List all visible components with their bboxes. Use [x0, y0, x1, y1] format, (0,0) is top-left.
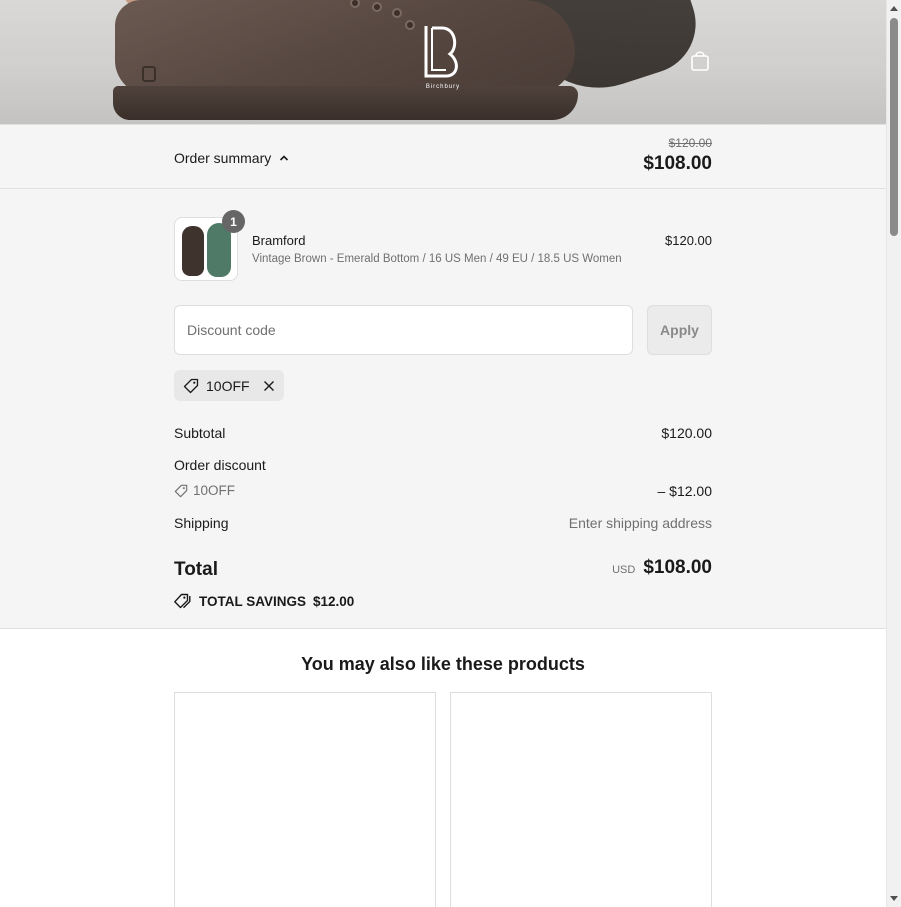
- recommended-product-card[interactable]: [450, 692, 712, 907]
- total-savings: TOTAL SAVINGS $12.00: [174, 593, 354, 609]
- discount-form: Apply: [174, 305, 712, 355]
- order-summary-panel: 1 Bramford Vintage Brown - Emerald Botto…: [0, 189, 886, 629]
- currency-code: USD: [612, 564, 636, 576]
- brand-logo[interactable]: Birchbury: [420, 22, 466, 98]
- total-label: Total: [174, 559, 218, 580]
- summary-prices: $120.00 $108.00: [643, 136, 712, 175]
- order-discount-code-row: 10OFF – $12.00: [174, 483, 713, 499]
- shipping-value: Enter shipping address: [568, 515, 712, 531]
- tag-icon: [174, 484, 188, 497]
- hero-shoe-sole: [113, 86, 578, 120]
- shipping-label: Shipping: [174, 515, 229, 531]
- product-variant: Vintage Brown - Emerald Bottom / 16 US M…: [252, 253, 622, 265]
- scroll-up-arrow[interactable]: [890, 6, 898, 11]
- subtotal-row: Subtotal $120.00: [174, 425, 712, 441]
- scrollbar-thumb[interactable]: [890, 18, 898, 236]
- recommended-product-card[interactable]: [174, 692, 436, 907]
- order-discount-row: Order discount: [174, 457, 712, 473]
- total-savings-label: TOTAL SAVINGS: [199, 593, 307, 609]
- order-discount-value: – $12.00: [657, 483, 713, 499]
- total-savings-value: $12.00: [313, 593, 355, 609]
- order-summary-bar: Order summary $120.00 $108.00: [0, 124, 886, 189]
- scroll-down-arrow[interactable]: [890, 896, 898, 901]
- summary-price: $108.00: [643, 153, 712, 174]
- order-discount-label: Order discount: [174, 457, 266, 473]
- applied-discount-chip: 10OFF: [174, 370, 284, 401]
- line-item: 1 Bramford Vintage Brown - Emerald Botto…: [174, 210, 712, 281]
- checkout-page: Birchbury Order summary $120.00 $108.00: [0, 0, 886, 907]
- recommendations-title: You may also like these products: [301, 654, 585, 674]
- shipping-row: Shipping Enter shipping address: [174, 515, 712, 531]
- apply-discount-button[interactable]: Apply: [647, 305, 712, 355]
- shoe-eyelet: [405, 20, 415, 30]
- quantity-badge: 1: [222, 210, 245, 233]
- original-price: $120.00: [668, 136, 712, 150]
- shoe-badge: [142, 66, 156, 82]
- total-amount: $108.00: [643, 557, 712, 578]
- close-icon[interactable]: [263, 380, 275, 392]
- order-discount-code-text: 10OFF: [193, 483, 236, 498]
- order-summary-toggle[interactable]: Order summary: [174, 150, 289, 166]
- order-discount-code: 10OFF: [174, 483, 712, 498]
- shoe-eyelet: [372, 2, 382, 12]
- total-price: USD $108.00: [612, 557, 712, 579]
- thumbnail-shoe-upper: [182, 226, 204, 276]
- product-price: $120.00: [665, 233, 712, 248]
- hero-banner: Birchbury: [0, 0, 886, 124]
- subtotal-value: $120.00: [661, 425, 712, 441]
- chevron-up-icon: [280, 155, 289, 161]
- discount-code-input[interactable]: [174, 305, 633, 355]
- brand-logo-mark: [424, 26, 458, 78]
- total-row: Total USD $108.00: [174, 557, 712, 583]
- shoe-eyelet: [392, 8, 402, 18]
- applied-discount-code: 10OFF: [206, 377, 250, 394]
- page-scrollbar[interactable]: [886, 0, 901, 907]
- double-tag-icon: [174, 593, 191, 609]
- cart-icon: [691, 51, 709, 71]
- tag-icon: [183, 378, 199, 393]
- subtotal-label: Subtotal: [174, 425, 226, 441]
- product-name: Bramford: [252, 233, 306, 248]
- cart-button[interactable]: [688, 48, 712, 74]
- brand-logo-text: Birchbury: [425, 84, 461, 90]
- hero-shoe: [115, 0, 575, 95]
- order-summary-label: Order summary: [174, 150, 272, 166]
